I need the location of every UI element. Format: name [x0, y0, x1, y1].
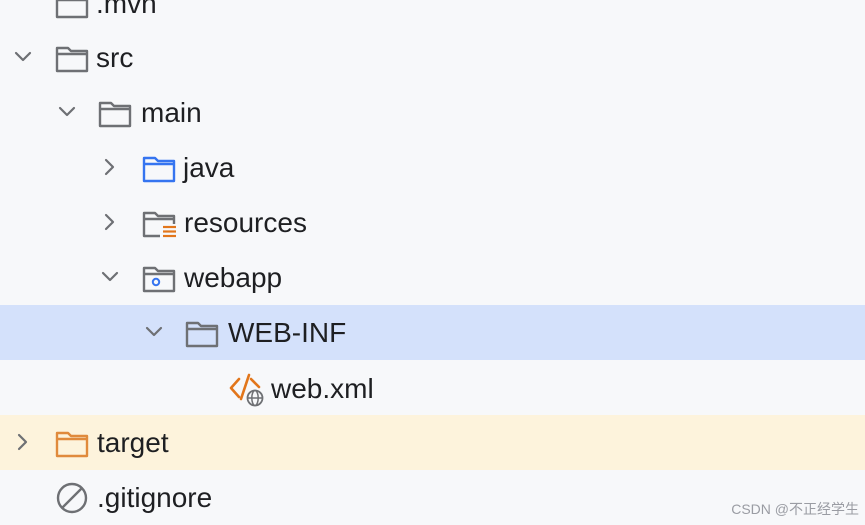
tree-item-label: target — [97, 427, 169, 458]
tree-item-mvn[interactable]: .mvn — [0, 0, 865, 30]
tree-item-label: java — [183, 152, 235, 183]
chevron-down-icon[interactable] — [100, 267, 120, 287]
folder-icon — [98, 101, 132, 128]
source-folder-icon — [142, 156, 176, 183]
chevron-right-icon[interactable] — [100, 157, 120, 177]
project-tree: .mvn src main java resources webapp WEB-… — [0, 0, 865, 525]
tree-item-main[interactable]: main — [0, 85, 865, 140]
tree-item-label: resources — [184, 207, 307, 238]
chevron-down-icon[interactable] — [144, 322, 164, 342]
watermark: CSDN @不正经学生 — [731, 501, 859, 517]
tree-item-resources[interactable]: resources — [0, 195, 865, 250]
web-folder-icon — [142, 266, 176, 293]
tree-item-label: .mvn — [96, 0, 157, 19]
excluded-folder-icon — [55, 431, 89, 458]
tree-item-label: webapp — [184, 262, 283, 293]
tree-item-web-xml[interactable]: web.xml — [0, 360, 865, 415]
tree-item-label: .gitignore — [97, 482, 213, 513]
tree-item-src[interactable]: src — [0, 30, 865, 85]
tree-item-java[interactable]: java — [0, 140, 865, 195]
tree-item-label: WEB-INF — [228, 317, 347, 348]
chevron-right-icon[interactable] — [100, 212, 120, 232]
folder-icon — [55, 0, 89, 19]
chevron-down-icon[interactable] — [13, 47, 33, 67]
folder-icon — [55, 46, 89, 73]
tree-item-label: main — [141, 97, 202, 128]
tree-item-label: web.xml — [271, 373, 374, 404]
chevron-right-icon[interactable] — [13, 432, 33, 452]
ignored-file-icon — [56, 482, 88, 514]
folder-icon — [185, 321, 219, 348]
tree-item-target[interactable]: target — [0, 415, 865, 470]
xml-file-icon — [229, 373, 264, 407]
tree-item-web-inf[interactable]: WEB-INF — [0, 305, 865, 360]
tree-item-label: src — [96, 42, 134, 73]
resources-folder-icon — [142, 211, 176, 238]
tree-item-webapp[interactable]: webapp — [0, 250, 865, 305]
chevron-down-icon[interactable] — [57, 102, 77, 122]
